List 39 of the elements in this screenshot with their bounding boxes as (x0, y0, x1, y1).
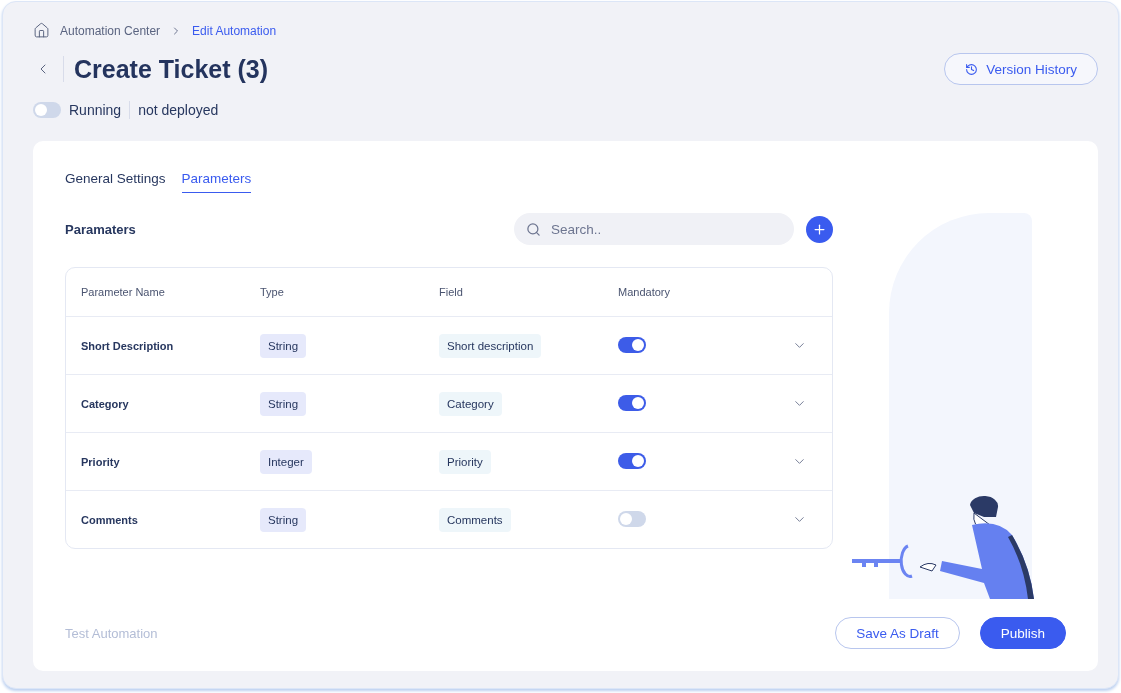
table-cell-text: Priority (81, 455, 121, 468)
tab[interactable]: Parameters (181, 171, 252, 193)
breadcrumb-link[interactable]: Automation Center (60, 23, 161, 38)
version-history-button[interactable]: Version History (944, 53, 1098, 85)
type-tag: Integer (260, 449, 312, 474)
publish-button[interactable]: Publish (979, 617, 1066, 649)
toggle-switch[interactable] (618, 452, 646, 469)
field-tag: Priority (439, 449, 491, 474)
field-tag: Comments (439, 507, 511, 532)
search-input[interactable]: Search.. (549, 220, 782, 238)
page-title: Create Ticket (3) (74, 54, 270, 84)
toggle-switch[interactable] (33, 102, 61, 118)
save-draft-button[interactable]: Save As Draft (835, 617, 960, 649)
table-cell-text: Comments (81, 513, 139, 526)
type-tag: String (260, 507, 307, 532)
add-button[interactable] (806, 215, 833, 243)
field-tag: Short description (439, 333, 542, 358)
field-tag: Category (439, 391, 502, 416)
type-tag: String (260, 391, 307, 416)
table-cell-text: Short Description (81, 339, 175, 352)
column-header: Field (439, 286, 464, 298)
toggle-switch[interactable] (618, 394, 646, 411)
history-icon (965, 62, 979, 76)
search-field[interactable]: Search.. (514, 213, 794, 245)
status-label: Running (69, 102, 122, 118)
plus-icon (812, 221, 827, 237)
tab[interactable]: General Settings (65, 171, 166, 193)
column-header: Type (260, 286, 285, 298)
toggle-switch[interactable] (618, 336, 646, 353)
toggle-switch[interactable] (618, 510, 646, 527)
column-header: Parameter Name (81, 286, 166, 298)
column-header: Mandatory (618, 286, 671, 298)
breadcrumb-link[interactable]: Edit Automation (192, 23, 277, 38)
type-tag: String (260, 333, 307, 358)
section-title: Paramaters (65, 221, 137, 237)
search-icon (526, 221, 541, 237)
deployment-status: not deployed (138, 102, 219, 118)
table-cell-text: Category (81, 397, 130, 410)
home-icon[interactable] (33, 22, 50, 39)
